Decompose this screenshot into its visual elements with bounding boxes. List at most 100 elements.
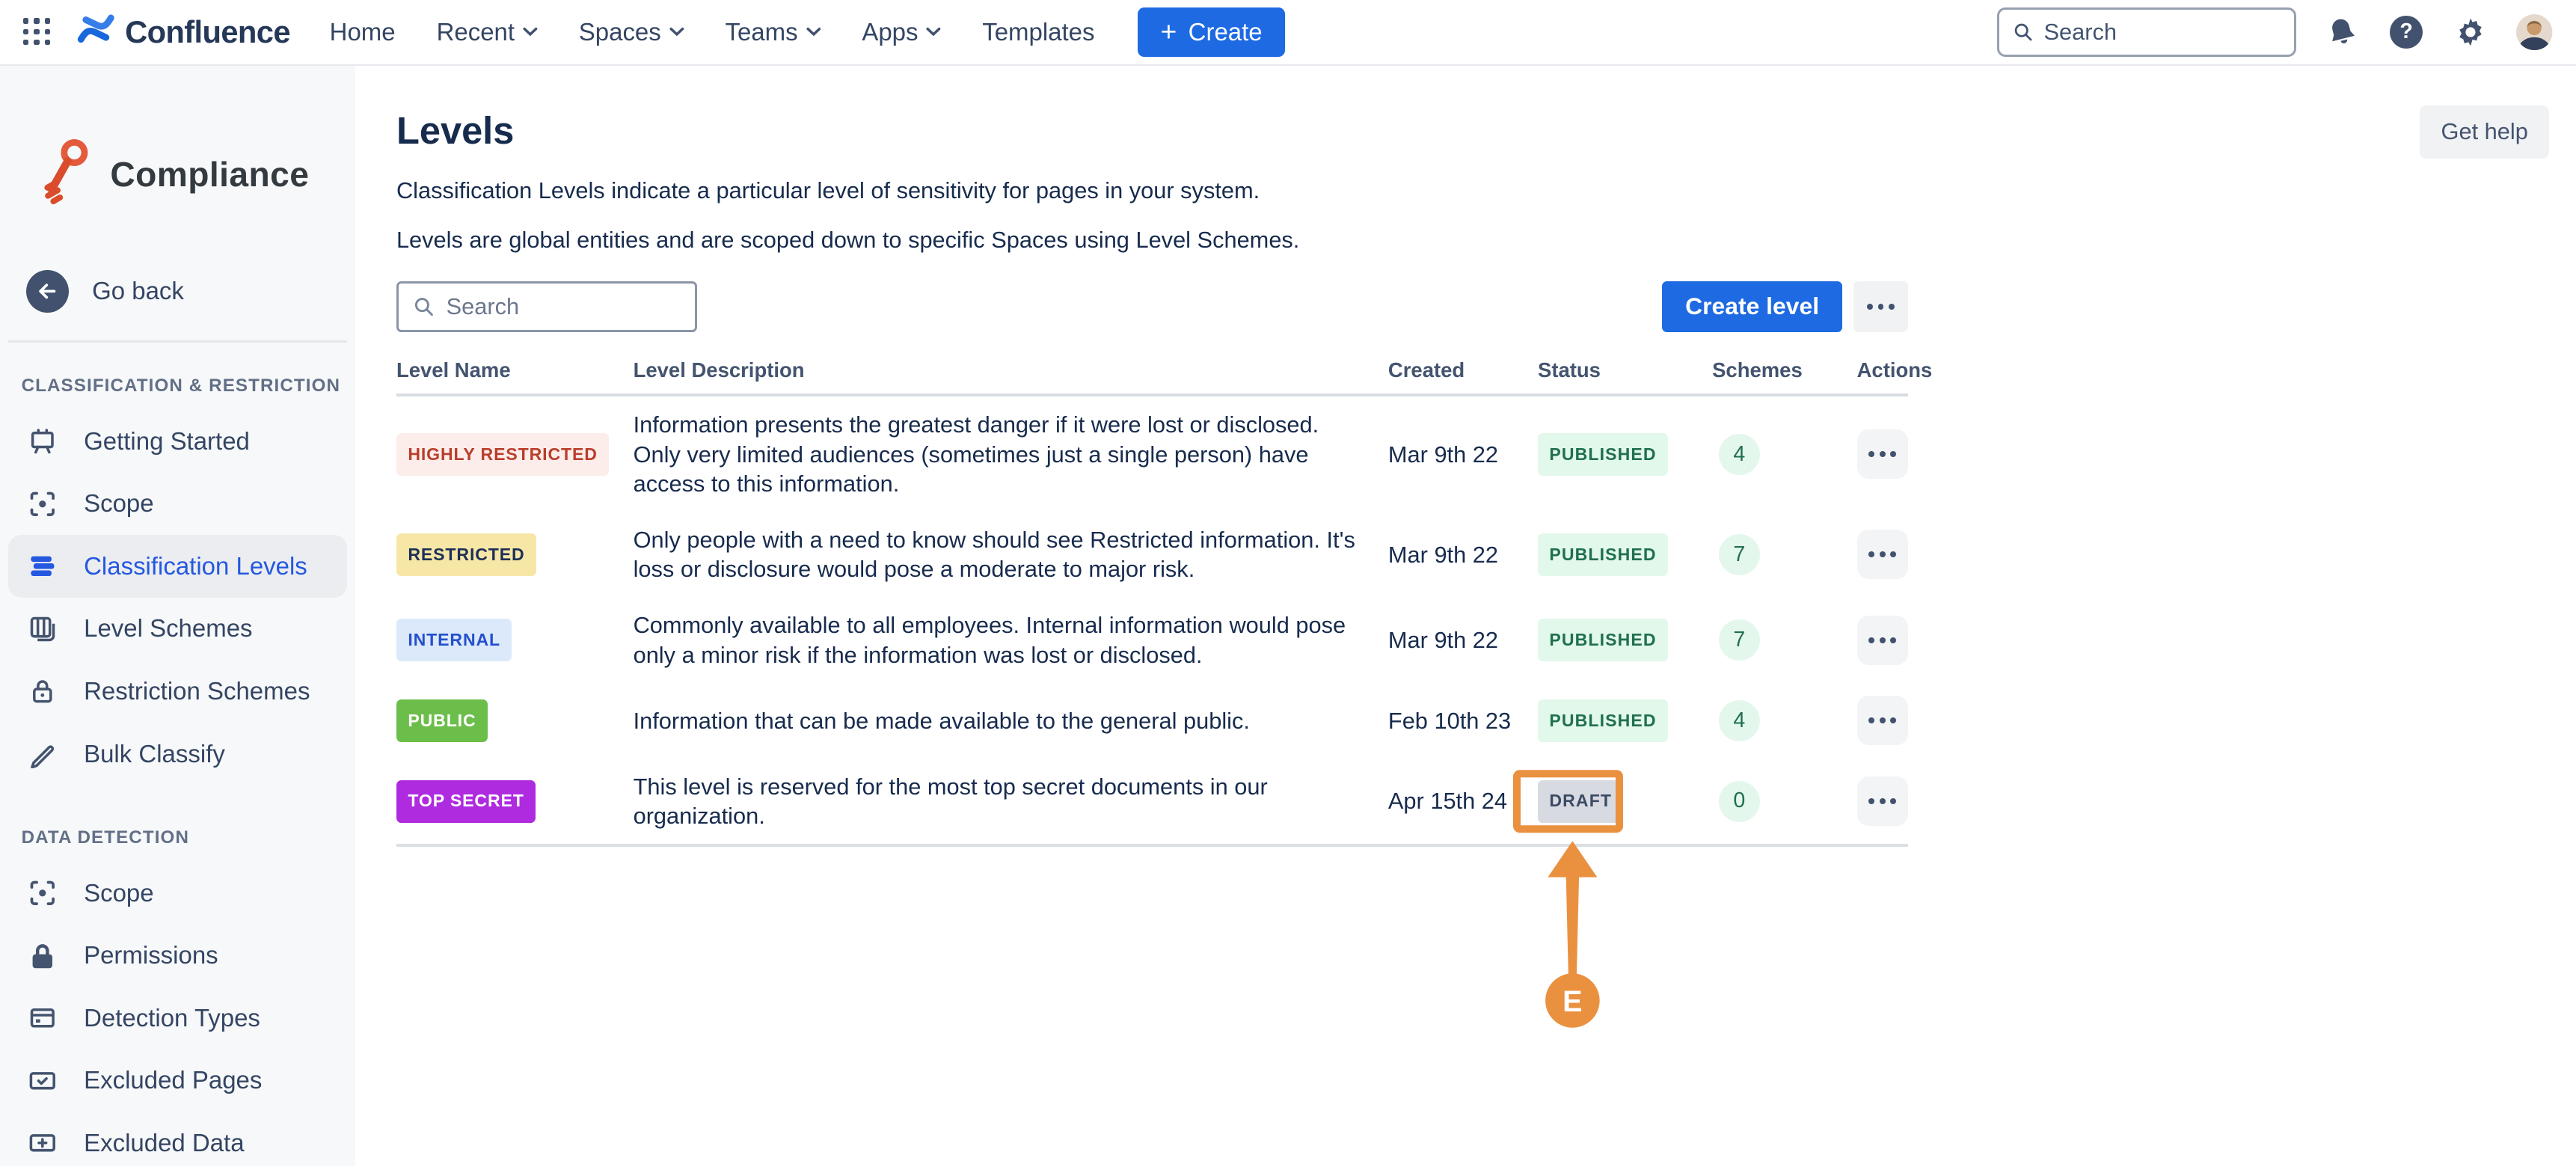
lock-outline-icon [28, 676, 58, 706]
column-header-level-name: Level Name [396, 358, 634, 382]
status-badge: PUBLISHED [1538, 433, 1668, 476]
row-actions-button[interactable] [1857, 777, 1908, 826]
plus-icon: + [1160, 18, 1177, 46]
compliance-app-name: Compliance [110, 154, 309, 194]
sidebar-item-excluded-data[interactable]: Excluded Data [8, 1112, 347, 1166]
row-actions-button[interactable] [1857, 429, 1908, 479]
created-date: Mar 9th 22 [1388, 540, 1538, 570]
column-header-created: Created [1388, 358, 1538, 382]
sidebar-item-excluded-pages[interactable]: Excluded Pages [8, 1050, 347, 1112]
table-row: RESTRICTED Only people with a need to kn… [396, 512, 1908, 597]
chevron-down-icon [523, 27, 538, 37]
schemes-count: 4 [1719, 700, 1760, 741]
search-icon [412, 293, 435, 319]
sidebar-item-classification-levels[interactable]: Classification Levels [8, 535, 347, 598]
confluence-logo[interactable]: Confluence [77, 10, 290, 55]
compliance-app-logo: Compliance [40, 135, 355, 214]
status-badge: PUBLISHED [1538, 533, 1668, 576]
sidebar-item-level-schemes[interactable]: Level Schemes [8, 598, 347, 661]
schemes-count: 4 [1719, 434, 1760, 475]
back-arrow-icon [26, 270, 69, 313]
scope-target-icon [28, 489, 58, 519]
table-search-input[interactable] [447, 293, 682, 320]
primary-nav: Home Recent Spaces Teams Apps Templates [330, 18, 1095, 46]
column-header-level-description: Level Description [634, 358, 1388, 382]
table-row: HIGHLY RESTRICTED Information presents t… [396, 396, 1908, 512]
sidebar-divider [8, 340, 347, 343]
nav-spaces[interactable]: Spaces [579, 18, 684, 46]
create-level-button[interactable]: Create level [1662, 281, 1842, 332]
lock-filled-icon [28, 941, 58, 971]
global-search[interactable] [1997, 7, 2296, 57]
nav-home[interactable]: Home [330, 18, 396, 46]
sidebar-item-detection-scope[interactable]: Scope [8, 862, 347, 925]
level-name-badge: INTERNAL [396, 619, 512, 661]
sidebar-item-getting-started[interactable]: Getting Started [8, 410, 347, 473]
sidebar-item-permissions[interactable]: Permissions [8, 925, 347, 987]
notifications-bell-icon[interactable] [2324, 14, 2360, 50]
chevron-down-icon [669, 27, 684, 37]
level-name-badge: PUBLIC [396, 699, 488, 742]
easel-icon [28, 426, 58, 456]
sidebar-item-restriction-schemes[interactable]: Restriction Schemes [8, 660, 347, 723]
sidebar-item-bulk-classify[interactable]: Bulk Classify [8, 723, 347, 785]
schemes-count: 0 [1719, 781, 1760, 822]
create-button[interactable]: + Create [1138, 7, 1286, 57]
user-avatar[interactable] [2516, 14, 2552, 50]
level-name-badge: TOP SECRET [396, 780, 536, 823]
level-description: Only people with a need to know should s… [634, 525, 1388, 584]
section-title-data-detection: DATA DETECTION [22, 827, 355, 848]
topbar-right-cluster: ? [1997, 7, 2553, 57]
table-row: PUBLIC Information that can be made avai… [396, 683, 1908, 759]
table-header-row: Level Name Level Description Created Sta… [396, 358, 1908, 396]
page-title: Levels [396, 108, 2576, 153]
help-icon[interactable]: ? [2388, 14, 2424, 50]
settings-gear-icon[interactable] [2453, 14, 2488, 50]
columns-icon [28, 614, 58, 644]
table-search[interactable] [396, 281, 697, 332]
search-icon [2012, 19, 2034, 44]
nav-apps[interactable]: Apps [862, 18, 941, 46]
created-date: Mar 9th 22 [1388, 625, 1538, 655]
row-actions-button[interactable] [1857, 696, 1908, 745]
stacked-levels-icon [28, 551, 58, 581]
brand-name: Confluence [125, 14, 290, 50]
chevron-down-icon [806, 27, 821, 37]
row-actions-button[interactable] [1857, 530, 1908, 579]
table-row: INTERNAL Commonly available to all emplo… [396, 598, 1908, 683]
table-row: TOP SECRET This level is reserved for th… [396, 759, 1908, 847]
app-window: Confluence Home Recent Spaces Teams Apps… [0, 0, 2576, 1166]
global-search-input[interactable] [2044, 19, 2281, 46]
column-header-status: Status [1538, 358, 1712, 382]
card-icon [28, 1003, 58, 1033]
nav-templates[interactable]: Templates [982, 18, 1094, 46]
annotation-arrow-e: E [1536, 839, 1609, 1030]
table-more-actions-button[interactable] [1853, 281, 1908, 332]
level-description: This level is reserved for the most top … [634, 772, 1388, 831]
nav-teams[interactable]: Teams [725, 18, 821, 46]
created-date: Mar 9th 22 [1388, 440, 1538, 470]
status-badge: PUBLISHED [1538, 699, 1668, 742]
level-name-badge: HIGHLY RESTRICTED [396, 433, 609, 476]
levels-table-section: Create level Level Name Level Descriptio… [396, 281, 1908, 848]
level-name-badge: RESTRICTED [396, 533, 536, 576]
main-content: Levels Get help Classification Levels in… [355, 66, 2576, 1166]
get-help-button[interactable]: Get help [2420, 105, 2549, 159]
level-description: Information presents the greatest danger… [634, 410, 1388, 499]
checkbox-card-icon [28, 1066, 58, 1096]
section-title-classification: CLASSIFICATION & RESTRICTION [22, 376, 355, 396]
created-date: Feb 10th 23 [1388, 706, 1538, 736]
row-actions-button[interactable] [1857, 616, 1908, 665]
sidebar-item-scope[interactable]: Scope [8, 473, 347, 536]
created-date: Apr 15th 24 [1388, 786, 1538, 816]
sidebar-item-detection-types[interactable]: Detection Types [8, 987, 347, 1050]
confluence-logo-icon [77, 10, 115, 55]
status-badge: PUBLISHED [1538, 619, 1668, 661]
global-navigation-bar: Confluence Home Recent Spaces Teams Apps… [0, 0, 2576, 66]
column-header-schemes: Schemes [1712, 358, 1857, 382]
app-switcher-icon[interactable] [23, 18, 51, 46]
nav-recent[interactable]: Recent [437, 18, 538, 46]
column-header-actions: Actions [1857, 358, 1908, 382]
intro-line-2: Levels are global entities and are scope… [396, 224, 2576, 257]
go-back-button[interactable]: Go back [26, 270, 355, 313]
